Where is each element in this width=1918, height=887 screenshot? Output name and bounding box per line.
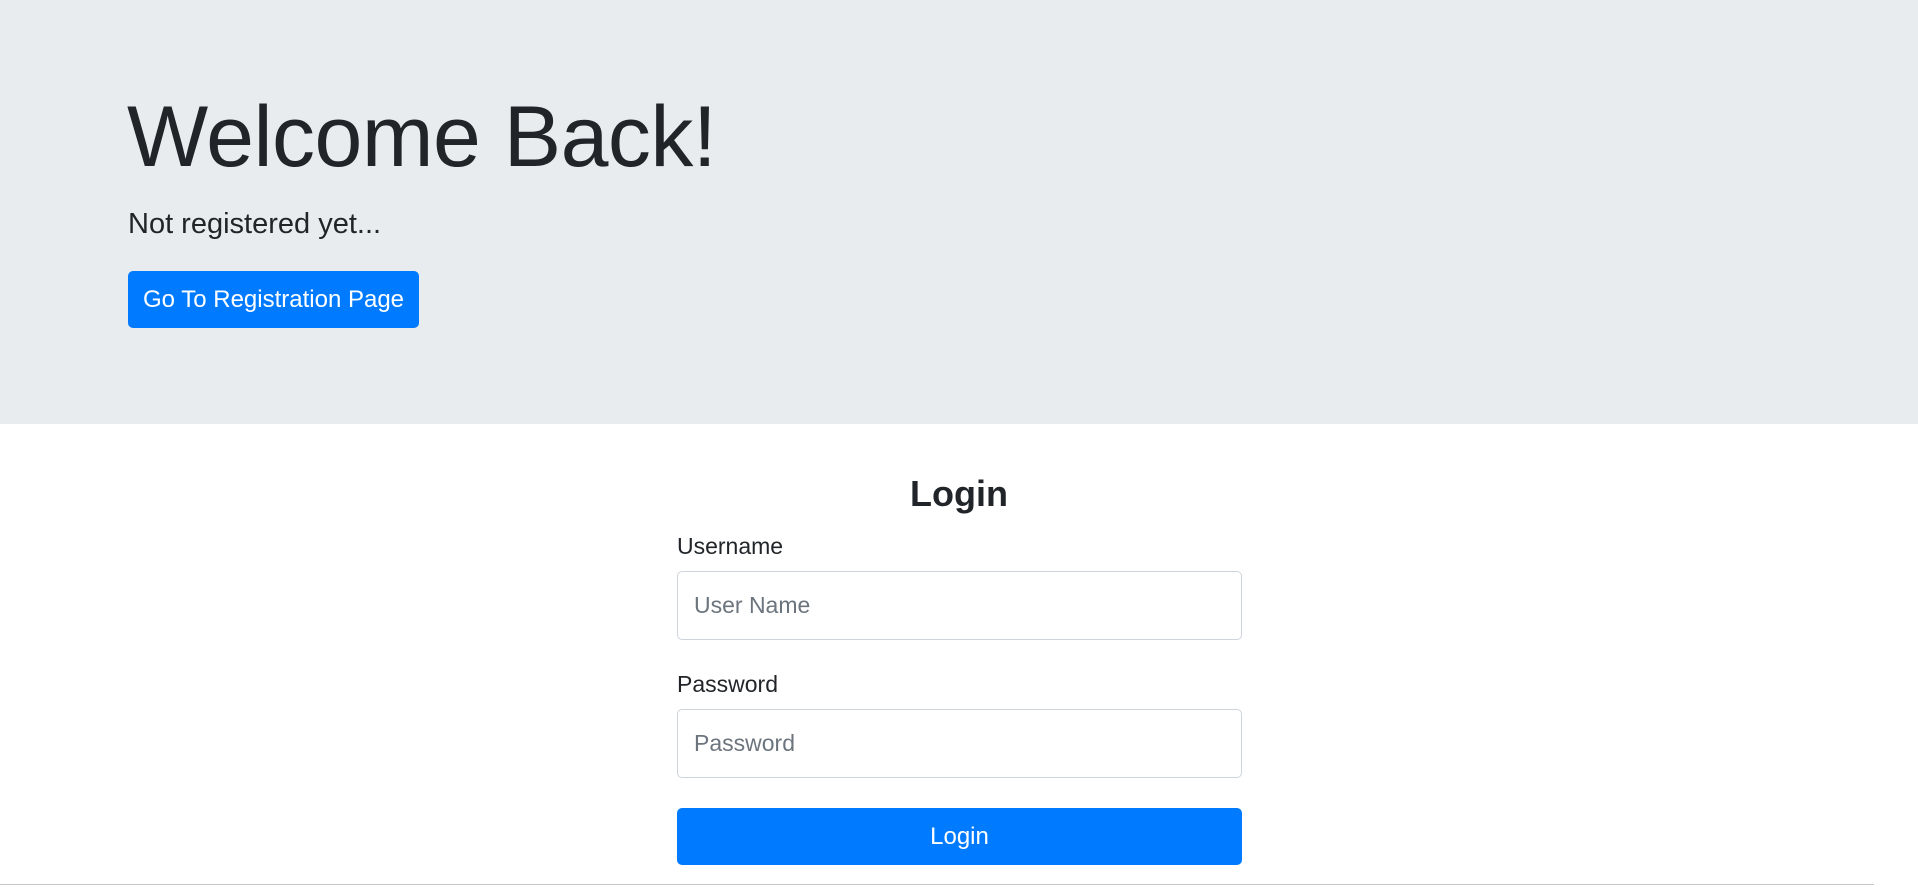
go-to-registration-button[interactable]: Go To Registration Page — [128, 271, 419, 328]
username-input[interactable] — [677, 571, 1242, 640]
username-label: Username — [677, 533, 784, 559]
password-input[interactable] — [677, 709, 1242, 778]
hero-subtitle: Not registered yet... — [128, 208, 382, 240]
username-group: Username — [677, 532, 1242, 640]
login-heading: Login — [910, 473, 1008, 514]
password-group: Password — [677, 670, 1242, 778]
bottom-divider — [0, 884, 1874, 885]
hero-title: Welcome Back! — [127, 89, 717, 185]
password-label: Password — [677, 671, 778, 697]
hero-section: Welcome Back! Not registered yet... Go T… — [0, 0, 1918, 424]
login-button[interactable]: Login — [677, 808, 1242, 865]
login-form: Username Password Login — [677, 532, 1242, 865]
